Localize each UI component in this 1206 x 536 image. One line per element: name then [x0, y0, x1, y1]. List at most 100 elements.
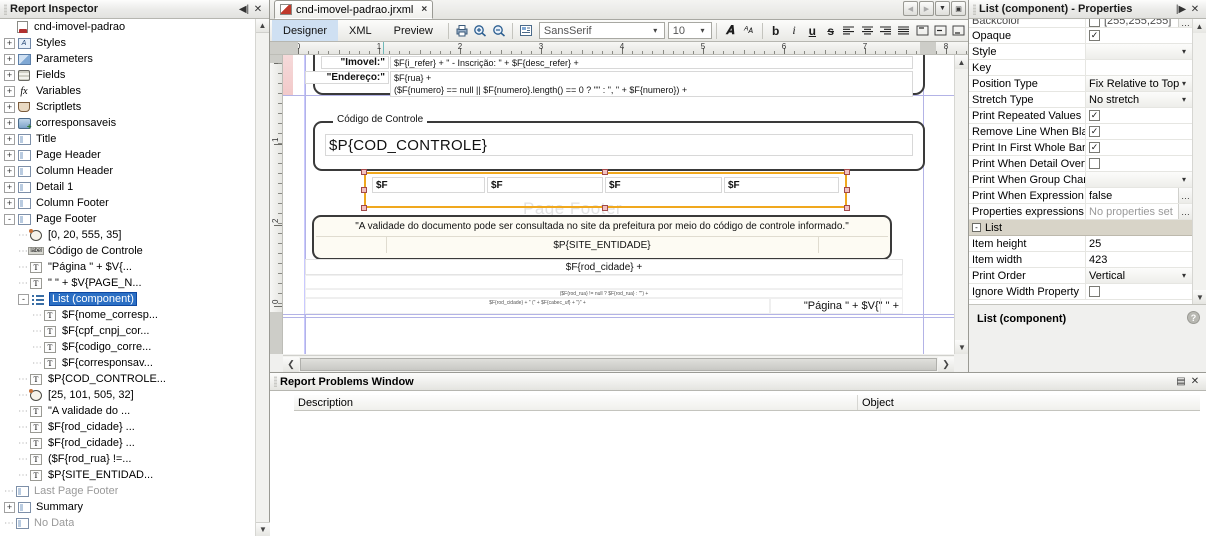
- resize-handle-se[interactable]: [844, 205, 850, 211]
- editor-scroll-left-arrow[interactable]: ❮: [283, 357, 299, 372]
- tree-item-18[interactable]: ⋯T$F{cpf_cnpj_cor...: [0, 323, 269, 339]
- properties-row-8[interactable]: Print In First Whole Band✓: [969, 140, 1192, 156]
- chevron-down-icon[interactable]: ▾: [1178, 94, 1190, 105]
- editor-horizontal-scrollbar[interactable]: ❮ ❯: [283, 355, 954, 372]
- tree-item-15[interactable]: ⋯T" " + $V{PAGE_N...: [0, 275, 269, 291]
- close-tab-icon[interactable]: ×: [421, 4, 427, 15]
- bold-icon[interactable]: b: [767, 21, 785, 40]
- properties-value[interactable]: false…: [1086, 188, 1192, 203]
- nav-back-button[interactable]: ◀: [903, 1, 918, 16]
- editor-vertical-scrollbar[interactable]: ▲ ▼: [954, 55, 968, 354]
- tree-expander[interactable]: +: [4, 118, 15, 129]
- resize-handle-nw[interactable]: [361, 169, 367, 175]
- properties-value[interactable]: Vertical▾: [1086, 268, 1192, 283]
- valign-bottom-icon[interactable]: [950, 21, 968, 40]
- print-preview-icon[interactable]: [453, 21, 471, 40]
- properties-row-16[interactable]: Print OrderVertical▾: [969, 268, 1192, 284]
- tree-item-29[interactable]: +Summary: [0, 499, 269, 515]
- tree-expander[interactable]: +: [4, 198, 15, 209]
- properties-value[interactable]: No stretch▾: [1086, 92, 1192, 107]
- tree-item-11[interactable]: -Page Footer: [0, 211, 269, 227]
- valign-middle-icon[interactable]: [931, 21, 949, 40]
- tree-expander[interactable]: +: [4, 166, 15, 177]
- maximize-button[interactable]: ▣: [951, 1, 966, 16]
- resize-handle-s[interactable]: [602, 205, 608, 211]
- field-endereco[interactable]: $F{rua} + ($F{numero} == null || $F{nume…: [390, 71, 913, 97]
- underline-icon[interactable]: u: [803, 21, 821, 40]
- problems-column-object[interactable]: Object: [858, 395, 1200, 410]
- field-rod-rua-expr[interactable]: ($F{rod_rua} != null ? $F{rod_rua} : "")…: [305, 289, 903, 298]
- editor-hscroll-thumb[interactable]: [300, 358, 937, 371]
- properties-value[interactable]: ▾: [1086, 172, 1192, 187]
- properties-row-3[interactable]: Key: [969, 60, 1192, 76]
- label-endereco[interactable]: "Endereço:": [305, 71, 389, 84]
- properties-value[interactable]: [255,255,255]…: [1086, 19, 1192, 27]
- chevron-down-icon[interactable]: ▾: [1178, 46, 1190, 57]
- zoom-out-icon[interactable]: [489, 21, 507, 40]
- properties-value[interactable]: ✓: [1086, 124, 1192, 139]
- inspector-vertical-scrollbar[interactable]: ▲ ▼: [255, 19, 269, 536]
- scroll-up-arrow[interactable]: ▲: [256, 19, 269, 33]
- problems-column-description[interactable]: Description: [294, 395, 858, 410]
- tree-item-6[interactable]: +Title: [0, 131, 269, 147]
- properties-row-1[interactable]: Opaque✓: [969, 28, 1192, 44]
- properties-row-15[interactable]: Item width423: [969, 252, 1192, 268]
- properties-row-14[interactable]: Item height25: [969, 236, 1192, 252]
- decrease-font-icon[interactable]: ᴬᴀ: [739, 21, 757, 40]
- help-icon[interactable]: ?: [1187, 311, 1200, 324]
- label-imovel[interactable]: "Imovel:": [321, 56, 389, 69]
- resize-handle-e[interactable]: [844, 187, 850, 193]
- tree-item-14[interactable]: ⋯T"Página " + $V{...: [0, 259, 269, 275]
- tree-expander[interactable]: +: [4, 54, 15, 65]
- tree-item-0[interactable]: +AStyles: [0, 35, 269, 51]
- tree-expander[interactable]: +: [4, 70, 15, 81]
- properties-vertical-scrollbar[interactable]: ▲ ▼: [1192, 19, 1206, 304]
- tree-item-4[interactable]: +Scriptlets: [0, 99, 269, 115]
- properties-value[interactable]: [1086, 60, 1192, 75]
- properties-value[interactable]: No properties set…: [1086, 204, 1192, 219]
- report-properties-icon[interactable]: [517, 21, 535, 40]
- resize-handle-ne[interactable]: [844, 169, 850, 175]
- properties-row-2[interactable]: Style▾: [969, 44, 1192, 60]
- chevron-down-icon[interactable]: ▾: [1178, 174, 1190, 185]
- list-field-1[interactable]: $F: [372, 177, 485, 193]
- tree-item-16[interactable]: -List (component): [0, 291, 269, 307]
- tree-item-26[interactable]: ⋯T($F{rod_rua} !=...: [0, 451, 269, 467]
- tree-item-8[interactable]: +Column Header: [0, 163, 269, 179]
- color-picker-button[interactable]: …: [1178, 19, 1192, 27]
- list-field-4[interactable]: $F: [724, 177, 839, 193]
- properties-value[interactable]: Fix Relative to Top▾: [1086, 76, 1192, 91]
- properties-section-13[interactable]: -List: [969, 220, 1192, 236]
- scroll-down-arrow[interactable]: ▼: [256, 522, 270, 536]
- list-field-3[interactable]: $F: [605, 177, 722, 193]
- editor-scroll-right-arrow[interactable]: ❯: [938, 357, 954, 372]
- properties-checkbox[interactable]: [1089, 286, 1100, 297]
- tree-item-3[interactable]: +fxVariables: [0, 83, 269, 99]
- validade-text[interactable]: "A validade do documento pode ser consul…: [316, 218, 888, 235]
- properties-row-9[interactable]: Print When Detail Overflow: [969, 156, 1192, 172]
- nav-forward-button[interactable]: ▶: [919, 1, 934, 16]
- properties-value[interactable]: [1086, 156, 1192, 171]
- tree-item-5[interactable]: +corresponsaveis: [0, 115, 269, 131]
- tree-expander[interactable]: +: [4, 134, 15, 145]
- tree-expander[interactable]: -: [4, 214, 15, 225]
- properties-row-0[interactable]: Backcolor[255,255,255]…: [969, 19, 1192, 28]
- tree-item-19[interactable]: ⋯T$F{codigo_corre...: [0, 339, 269, 355]
- properties-value[interactable]: [1086, 284, 1192, 299]
- properties-row-5[interactable]: Stretch TypeNo stretch▾: [969, 92, 1192, 108]
- tree-item-28[interactable]: ⋯Last Page Footer: [0, 483, 269, 499]
- properties-value[interactable]: ▾: [1086, 44, 1192, 59]
- tree-expander[interactable]: +: [4, 182, 15, 193]
- tree-root-cnd-imovel-padrao[interactable]: cnd-imovel-padrao: [0, 19, 269, 35]
- tree-item-21[interactable]: ⋯T$P{COD_CONTROLE...: [0, 371, 269, 387]
- align-left-icon[interactable]: [840, 21, 858, 40]
- properties-checkbox-checked[interactable]: ✓: [1089, 30, 1100, 41]
- properties-editor-button[interactable]: …: [1178, 204, 1192, 219]
- tree-expander[interactable]: +: [4, 86, 15, 97]
- font-size-select[interactable]: 10 ▾: [668, 22, 712, 39]
- align-justify-icon[interactable]: [895, 21, 913, 40]
- minimize-icon[interactable]: ▤: [1174, 376, 1188, 387]
- font-family-select[interactable]: SansSerif ▾: [539, 22, 665, 39]
- properties-value[interactable]: ✓: [1086, 140, 1192, 155]
- properties-row-10[interactable]: Print When Group Change▾: [969, 172, 1192, 188]
